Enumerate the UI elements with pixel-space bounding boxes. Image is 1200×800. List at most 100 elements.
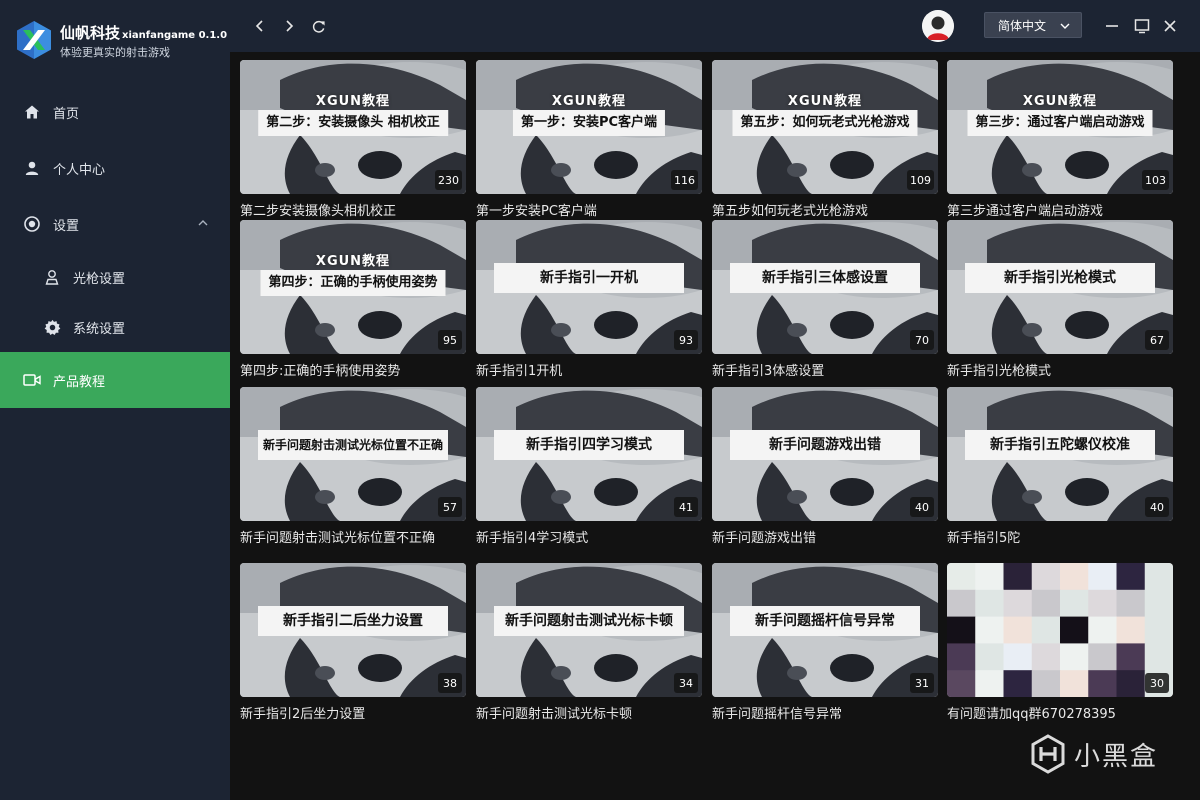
tutorial-card[interactable]: 新手指引三体感设置 70 新手指引3体感设置	[712, 220, 938, 379]
tutorial-thumbnail[interactable]: 新手指引二后坐力设置 38	[240, 563, 466, 697]
tutorial-title[interactable]: 第五步如何玩老式光枪游戏	[712, 200, 938, 219]
thumbnail-banner: 第一步：安装PC客户端	[512, 110, 666, 136]
minimize-button[interactable]	[1102, 16, 1122, 36]
tutorial-card[interactable]: 新手指引五陀螺仪校准 40 新手指引5陀	[947, 387, 1173, 546]
menu-item-system-settings[interactable]: 系统设置	[0, 302, 230, 352]
thumbnail-banner: 新手指引一开机	[494, 263, 684, 293]
thumbnail-banner: 新手指引二后坐力设置	[258, 606, 448, 636]
tutorial-card[interactable]: 新手问题游戏出错 40 新手问题游戏出错	[712, 387, 938, 546]
tutorial-card[interactable]: 新手指引二后坐力设置 38 新手指引2后坐力设置	[240, 563, 466, 722]
avatar[interactable]	[922, 10, 954, 42]
tutorial-title[interactable]: 第二步安装摄像头相机校正	[240, 200, 466, 219]
language-select[interactable]: 简体中文	[984, 12, 1082, 38]
tutorial-card[interactable]: XGUN教程 第四步：正确的手柄使用姿势 95 第四步:正确的手柄使用姿势	[240, 220, 466, 379]
view-count-badge: 40	[1145, 497, 1169, 517]
thumbnail-banner: 新手指引五陀螺仪校准	[965, 430, 1155, 460]
thumbnail-banner: 新手问题游戏出错	[730, 430, 920, 460]
tutorial-thumbnail[interactable]: 新手指引三体感设置 70	[712, 220, 938, 354]
view-count-badge: 109	[907, 170, 934, 190]
chevron-left-icon	[255, 20, 263, 32]
maximize-icon	[1134, 19, 1150, 34]
view-count-badge: 41	[674, 497, 698, 517]
refresh-button[interactable]	[306, 14, 330, 38]
tutorial-thumbnail[interactable]: XGUN教程 第二步：安装摄像头 相机校正 230	[240, 60, 466, 194]
menu-item-gun-settings-label: 光枪设置	[73, 271, 126, 287]
menu-item-gun-settings[interactable]: 光枪设置	[0, 252, 230, 302]
menu-item-tutorials-label: 产品教程	[53, 374, 106, 390]
tutorial-title[interactable]: 新手指引光枪模式	[947, 360, 1173, 379]
menu-item-profile[interactable]: 个人中心	[0, 140, 230, 196]
tutorial-card[interactable]: 新手指引一开机 93 新手指引1开机	[476, 220, 702, 379]
view-count-badge: 40	[910, 497, 934, 517]
menu-item-profile-label: 个人中心	[53, 162, 106, 178]
tutorial-title[interactable]: 新手指引5陀	[947, 527, 1173, 546]
tutorial-title[interactable]: 有问题请加qq群670278395	[947, 703, 1173, 722]
thumbnail-brand: XGUN教程	[551, 94, 627, 109]
forward-button[interactable]	[277, 14, 301, 38]
tutorial-thumbnail[interactable]: XGUN教程 第五步：如何玩老式光枪游戏 109	[712, 60, 938, 194]
tutorial-thumbnail[interactable]: 新手问题摇杆信号异常 31	[712, 563, 938, 697]
tutorial-card[interactable]: 新手指引四学习模式 41 新手指引4学习模式	[476, 387, 702, 546]
tutorial-thumbnail[interactable]: 新手问题射击测试光标卡顿 34	[476, 563, 702, 697]
thumbnail-banner: 第五步：如何玩老式光枪游戏	[732, 110, 918, 136]
close-button[interactable]	[1160, 16, 1180, 36]
view-count-badge: 30	[1145, 673, 1169, 693]
menu-item-tutorials[interactable]: 产品教程	[0, 352, 230, 408]
brand-logo-icon	[17, 21, 51, 59]
tutorial-card[interactable]: 新手问题射击测试光标位置不正确 57 新手问题射击测试光标位置不正确	[240, 387, 466, 546]
view-count-badge: 34	[674, 673, 698, 693]
tutorial-title[interactable]: 第四步:正确的手柄使用姿势	[240, 360, 466, 379]
tutorial-title[interactable]: 新手问题射击测试光标位置不正确	[240, 527, 466, 546]
tutorial-thumbnail[interactable]: XGUN教程 第三步：通过客户端启动游戏 103	[947, 60, 1173, 194]
menu-item-home[interactable]: 首页	[0, 84, 230, 140]
thumbnail-banner: 新手指引光枪模式	[965, 263, 1155, 293]
back-button[interactable]	[248, 14, 272, 38]
tutorial-card[interactable]: XGUN教程 第三步：通过客户端启动游戏 103 第三步通过客户端启动游戏	[947, 60, 1173, 219]
tutorial-title[interactable]: 新手指引4学习模式	[476, 527, 702, 546]
tutorial-thumbnail[interactable]: 新手问题射击测试光标位置不正确 57	[240, 387, 466, 521]
thumbnail-brand: XGUN教程	[315, 94, 391, 109]
tutorial-card[interactable]: XGUN教程 第二步：安装摄像头 相机校正 230 第二步安装摄像头相机校正	[240, 60, 466, 219]
view-count-badge: 103	[1142, 170, 1169, 190]
tutorial-card[interactable]: XGUN教程 第一步：安装PC客户端 116 第一步安装PC客户端	[476, 60, 702, 219]
tutorial-thumbnail[interactable]: XGUN教程 第一步：安装PC客户端 116	[476, 60, 702, 194]
tutorial-thumbnail[interactable]: 新手指引四学习模式 41	[476, 387, 702, 521]
thumbnail-banner: 第三步：通过客户端启动游戏	[967, 110, 1153, 136]
tutorial-title[interactable]: 第一步安装PC客户端	[476, 200, 702, 219]
tutorial-title[interactable]: 新手指引3体感设置	[712, 360, 938, 379]
thumbnail-brand: XGUN教程	[315, 254, 391, 269]
watermark-text: 小黑盒	[1074, 741, 1159, 772]
view-count-badge: 230	[435, 170, 462, 190]
tutorial-title[interactable]: 新手问题摇杆信号异常	[712, 703, 938, 722]
tutorial-card[interactable]: XGUN教程 第五步：如何玩老式光枪游戏 109 第五步如何玩老式光枪游戏	[712, 60, 938, 219]
tutorial-thumbnail[interactable]: 30	[947, 563, 1173, 697]
tutorial-card[interactable]: 新手问题摇杆信号异常 31 新手问题摇杆信号异常	[712, 563, 938, 722]
tutorial-thumbnail[interactable]: 新手指引光枪模式 67	[947, 220, 1173, 354]
chevron-right-icon	[286, 20, 294, 32]
tutorial-thumbnail[interactable]: XGUN教程 第四步：正确的手柄使用姿势 95	[240, 220, 466, 354]
tutorial-title[interactable]: 第三步通过客户端启动游戏	[947, 200, 1173, 219]
tutorial-title[interactable]: 新手指引1开机	[476, 360, 702, 379]
top-bar: 简体中文	[230, 0, 1200, 52]
tutorial-title[interactable]: 新手问题游戏出错	[712, 527, 938, 546]
view-count-badge: 57	[438, 497, 462, 517]
refresh-icon	[312, 20, 325, 33]
thumbnail-banner: 新手问题摇杆信号异常	[730, 606, 920, 636]
tutorial-title[interactable]: 新手指引2后坐力设置	[240, 703, 466, 722]
brand-version: xianfangame 0.1.0	[122, 30, 228, 41]
tutorial-title[interactable]: 新手问题射击测试光标卡顿	[476, 703, 702, 722]
tutorial-card[interactable]: 新手指引光枪模式 67 新手指引光枪模式	[947, 220, 1173, 379]
tutorial-thumbnail[interactable]: 新手问题游戏出错 40	[712, 387, 938, 521]
tutorial-thumbnail[interactable]: 新手指引五陀螺仪校准 40	[947, 387, 1173, 521]
sidebar: 仙帆科技 xianfangame 0.1.0 体验更真实的射击游戏 首页 个人中心…	[0, 0, 230, 800]
tutorial-card[interactable]: 新手问题射击测试光标卡顿 34 新手问题射击测试光标卡顿	[476, 563, 702, 722]
menu-item-settings-label: 设置	[53, 218, 80, 234]
tutorial-thumbnail[interactable]: 新手指引一开机 93	[476, 220, 702, 354]
menu-item-settings[interactable]: 设置	[0, 196, 230, 252]
user-icon	[22, 158, 42, 178]
chevron-up-icon[interactable]	[196, 216, 210, 230]
thumbnail-banner: 新手指引三体感设置	[730, 263, 920, 293]
sidebar-menu: 首页 个人中心 设置 光枪设置 系统设置 产品教程	[0, 84, 230, 408]
tutorial-card[interactable]: 30 有问题请加qq群670278395	[947, 563, 1173, 722]
maximize-button[interactable]	[1132, 16, 1152, 36]
